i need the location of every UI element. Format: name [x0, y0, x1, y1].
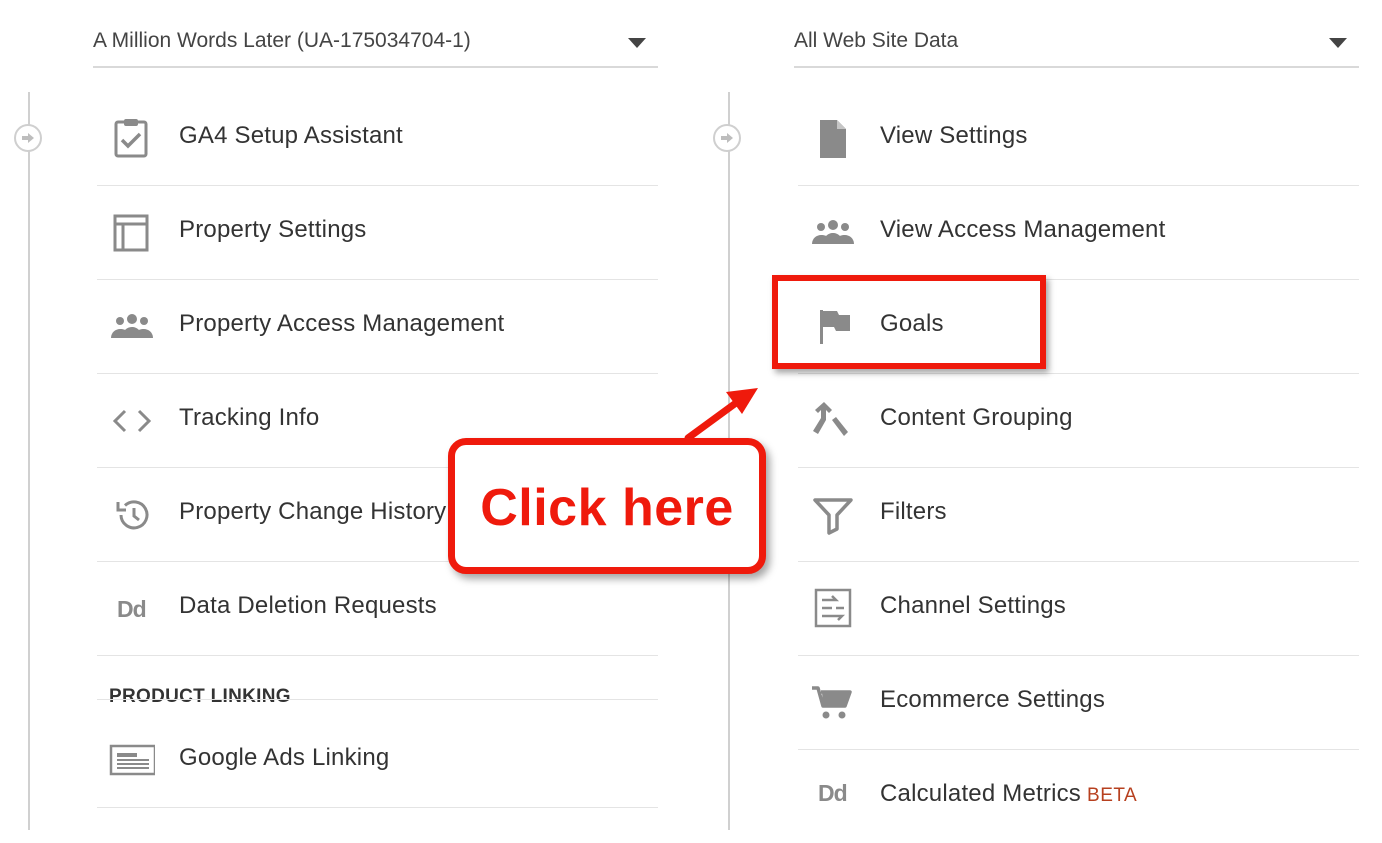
expand-arrow-icon[interactable]	[14, 124, 42, 152]
menu-item-label: Filters	[880, 498, 947, 525]
clipboard-check-icon	[109, 118, 155, 160]
property-selector-label: A Million Words Later (UA-175034704-1)	[93, 29, 471, 52]
layout-icon	[109, 212, 155, 254]
document-icon	[810, 118, 856, 160]
menu-item-google-ads-linking[interactable]: Google Ads Linking	[97, 714, 658, 808]
menu-item-channel-settings[interactable]: Channel Settings	[798, 562, 1359, 656]
menu-item-goals[interactable]: Goals	[798, 280, 1359, 374]
cart-icon	[810, 682, 856, 724]
people-icon	[810, 212, 856, 254]
flag-icon	[810, 306, 856, 348]
menu-item-label: Channel Settings	[880, 592, 1066, 619]
divider	[97, 699, 658, 700]
code-brackets-icon	[109, 400, 155, 442]
section-heading-product-linking: PRODUCT LINKING	[109, 686, 291, 707]
menu-item-property-access-management[interactable]: Property Access Management	[97, 280, 658, 374]
menu-item-label: View Access Management	[880, 216, 1166, 243]
content-grouping-icon	[810, 400, 856, 442]
expand-arrow-icon[interactable]	[713, 124, 741, 152]
dd-icon-text: Dd	[117, 596, 147, 622]
dd-icon: Dd	[810, 772, 856, 814]
menu-item-label: Goals	[880, 310, 944, 337]
menu-item-property-settings[interactable]: Property Settings	[97, 186, 658, 280]
menu-item-label: Content Grouping	[880, 404, 1073, 431]
menu-item-label: Property Access Management	[179, 310, 505, 337]
view-selector-label: All Web Site Data	[794, 29, 959, 52]
dd-icon-text: Dd	[818, 780, 848, 806]
callout-text: Click here	[480, 479, 734, 537]
dropdown-caret-icon	[1329, 38, 1347, 48]
menu-item-calculated-metrics[interactable]: Dd Calculated Metrics BETA	[798, 750, 1359, 843]
history-icon	[109, 494, 155, 536]
column-rail	[28, 92, 30, 830]
menu-item-content-grouping[interactable]: Content Grouping	[798, 374, 1359, 468]
menu-item-label: Calculated Metrics BETA	[880, 780, 1137, 808]
channel-settings-icon	[810, 588, 856, 630]
menu-item-label-text: Calculated Metrics	[880, 780, 1082, 807]
menu-item-data-deletion-requests[interactable]: Dd Data Deletion Requests	[97, 562, 658, 656]
menu-item-label: Ecommerce Settings	[880, 686, 1106, 713]
ads-linking-icon	[109, 744, 157, 786]
click-here-callout: Click here	[448, 438, 766, 574]
filter-icon	[810, 494, 856, 536]
menu-item-label: Property Change History	[179, 498, 447, 525]
dropdown-caret-icon	[628, 38, 646, 48]
menu-item-label: Property Settings	[179, 216, 367, 243]
menu-item-filters[interactable]: Filters	[798, 468, 1359, 562]
menu-item-label: Data Deletion Requests	[179, 592, 437, 619]
menu-item-label: Tracking Info	[179, 404, 320, 431]
people-icon	[109, 306, 155, 348]
menu-item-view-settings[interactable]: View Settings	[798, 92, 1359, 186]
menu-item-label: GA4 Setup Assistant	[179, 122, 403, 149]
beta-badge: BETA	[1087, 785, 1138, 806]
property-selector[interactable]: A Million Words Later (UA-175034704-1)	[93, 20, 658, 68]
menu-item-label: Google Ads Linking	[179, 744, 390, 771]
menu-item-view-access-management[interactable]: View Access Management	[798, 186, 1359, 280]
view-selector[interactable]: All Web Site Data	[794, 20, 1359, 68]
dd-icon: Dd	[109, 588, 155, 630]
menu-item-ecommerce-settings[interactable]: Ecommerce Settings	[798, 656, 1359, 750]
menu-item-ga4-setup-assistant[interactable]: GA4 Setup Assistant	[97, 92, 658, 186]
menu-item-label: View Settings	[880, 122, 1028, 149]
